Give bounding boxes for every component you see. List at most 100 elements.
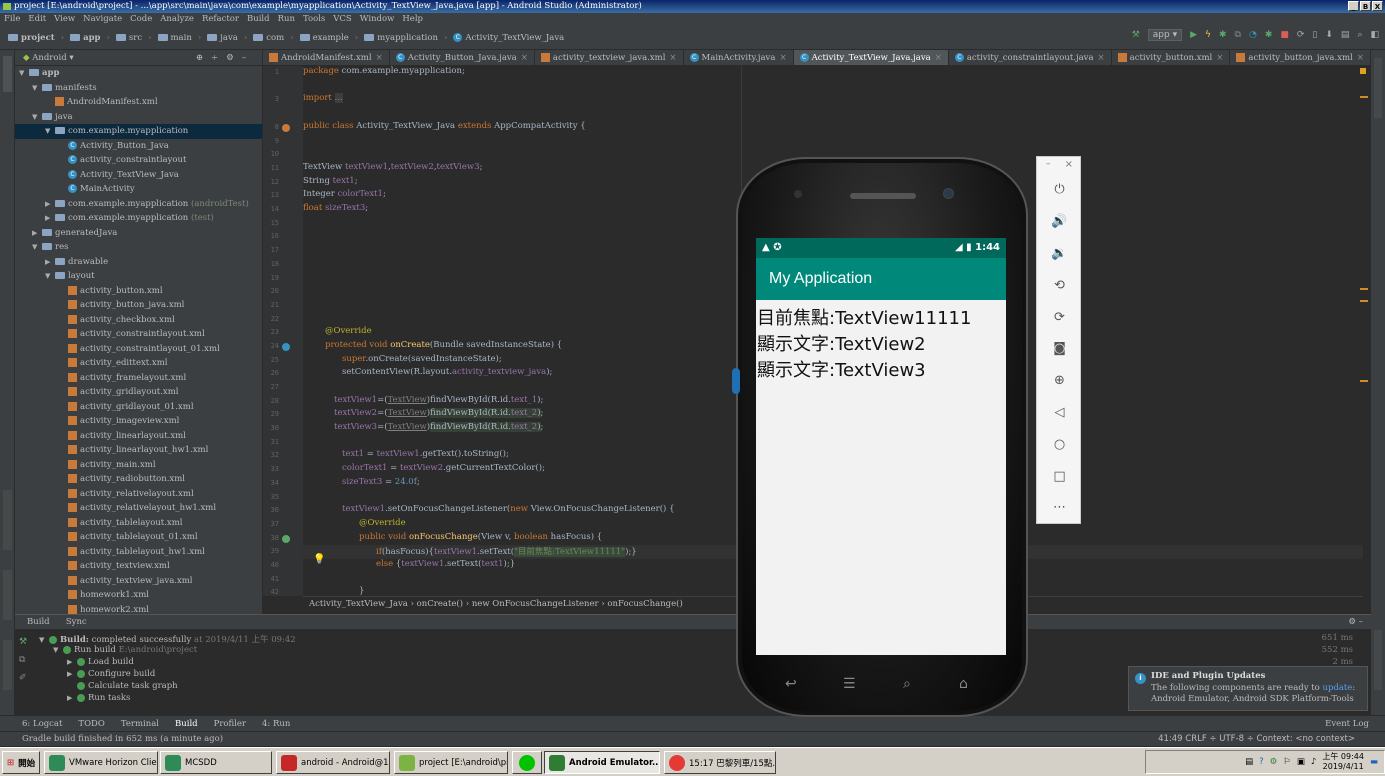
- search-icon[interactable]: ⌕: [1357, 30, 1362, 40]
- layout-link-icon[interactable]: [282, 124, 290, 132]
- menu-help[interactable]: Help: [402, 13, 423, 26]
- volume-down-icon[interactable]: 🔉: [1037, 244, 1082, 264]
- taskbar-item-chrome[interactable]: 15:17 巴黎列車/15點...: [664, 751, 776, 774]
- tree-item[interactable]: ▼ manifests: [15, 81, 262, 96]
- start-button[interactable]: ⊞ 開始: [2, 751, 40, 774]
- build-again-icon[interactable]: ⚒: [19, 633, 33, 651]
- expand-arrow-icon[interactable]: ▼: [19, 66, 29, 81]
- nav-crumb-src[interactable]: src: [115, 33, 142, 43]
- tree-item[interactable]: Cactivity_constraintlayout: [15, 153, 262, 168]
- close-tab-icon[interactable]: ×: [1098, 53, 1105, 63]
- status-info[interactable]: 41:49 CRLF ÷ UTF-8 ÷ Context: <no contex…: [1158, 732, 1355, 747]
- tree-item[interactable]: activity_tablelayout_01.xml: [15, 530, 262, 545]
- taskbar-item-mcsdd[interactable]: MCSDD: [160, 751, 272, 774]
- textview-3[interactable]: 顯示文字:TextView3: [757, 356, 926, 382]
- collapse-arrow-icon[interactable]: ▶: [32, 226, 42, 241]
- warning-marker[interactable]: [1360, 300, 1368, 302]
- nav-crumb-class[interactable]: C Activity_TextView_Java: [453, 32, 564, 43]
- tree-item[interactable]: ▼ app: [15, 66, 262, 81]
- attach-debugger-icon[interactable]: ⧉: [1235, 30, 1241, 40]
- build-row-label[interactable]: Configure build: [88, 669, 155, 679]
- nav-crumb-java[interactable]: java: [207, 33, 238, 43]
- status-message[interactable]: Gradle build finished in 652 ms (a minut…: [22, 734, 223, 744]
- update-link[interactable]: update: [1322, 683, 1352, 693]
- textview-2[interactable]: 顯示文字:TextView2: [757, 330, 926, 356]
- network-icon[interactable]: ▣: [1297, 757, 1305, 767]
- search-key-icon[interactable]: ⌕: [903, 676, 911, 692]
- clock[interactable]: 上午 09:44 2019/4/11: [1322, 752, 1364, 772]
- expand-arrow-icon[interactable]: ▼: [32, 81, 42, 96]
- tree-item[interactable]: ▼ com.example.myapplication: [15, 124, 262, 139]
- tree-item[interactable]: C MainActivity: [15, 182, 262, 197]
- menu-build[interactable]: Build: [247, 13, 270, 26]
- tree-item[interactable]: activity_button.xml: [15, 284, 262, 299]
- taskbar-item-android-studio[interactable]: project [E:\android\pro...: [394, 751, 508, 774]
- security-icon[interactable]: ⚙: [1270, 757, 1278, 767]
- nav-crumb-myapplication[interactable]: myapplication: [364, 33, 438, 43]
- build-row-label[interactable]: Run tasks: [88, 693, 130, 703]
- tree-item[interactable]: activity_imageview.xml: [15, 414, 262, 429]
- stop-build-icon[interactable]: ⧉: [19, 651, 33, 669]
- tool-profiler[interactable]: Profiler: [214, 716, 246, 731]
- menu-refactor[interactable]: Refactor: [202, 13, 239, 26]
- nav-crumb-project[interactable]: project: [8, 33, 55, 43]
- tree-item[interactable]: ▼ java: [15, 110, 262, 125]
- tree-item[interactable]: activity_linearlayout.xml: [15, 429, 262, 444]
- side-volume-key[interactable]: [732, 368, 740, 394]
- tree-item[interactable]: activity_gridlayout.xml: [15, 385, 262, 400]
- collapse-icon[interactable]: ÷: [211, 53, 226, 63]
- warning-marker[interactable]: [1360, 96, 1368, 98]
- back-key-icon[interactable]: ↩: [785, 676, 797, 692]
- run-config-select[interactable]: app ▾: [1147, 29, 1183, 41]
- lightbulb-icon[interactable]: 💡: [313, 554, 325, 565]
- nav-crumb-app[interactable]: app: [70, 33, 101, 43]
- update-notification[interactable]: i IDE and Plugin Updates The following c…: [1128, 666, 1368, 711]
- tree-item[interactable]: activity_gridlayout_01.xml: [15, 400, 262, 415]
- tool-todo[interactable]: TODO: [78, 716, 104, 731]
- pin-icon[interactable]: ✐: [19, 669, 33, 687]
- editor-tab[interactable]: C MainActivity.java ×: [684, 50, 794, 65]
- nav-crumb-com[interactable]: com: [253, 33, 284, 43]
- warning-marker[interactable]: [1360, 288, 1368, 290]
- build-row-label[interactable]: Run build: [74, 645, 116, 655]
- tree-item[interactable]: ▶ generatedJava: [15, 226, 262, 241]
- tool-event-log[interactable]: Event Log: [1325, 716, 1369, 732]
- menu-analyze[interactable]: Analyze: [160, 13, 194, 26]
- run-icon[interactable]: ▶: [1190, 30, 1197, 40]
- build-row-label[interactable]: Build:: [60, 635, 89, 645]
- tree-item[interactable]: activity_relativelayout.xml: [15, 487, 262, 502]
- rotate-right-icon[interactable]: ⟳: [1037, 308, 1082, 328]
- sync-icon[interactable]: ⟳: [1297, 30, 1305, 40]
- hide-icon[interactable]: –: [242, 53, 254, 63]
- collapse-arrow-icon[interactable]: ▶: [45, 255, 55, 270]
- tree-item[interactable]: activity_checkbox.xml: [15, 313, 262, 328]
- favorites-tool-button[interactable]: [3, 640, 12, 690]
- tab-sync[interactable]: Sync: [66, 617, 87, 627]
- tree-item[interactable]: homework1.xml: [15, 588, 262, 603]
- close-tab-icon[interactable]: ×: [779, 53, 786, 63]
- tool-run[interactable]: 4: Run: [262, 716, 290, 731]
- debug-icon[interactable]: ✱: [1219, 30, 1227, 40]
- tree-item[interactable]: ▼ layout: [15, 269, 262, 284]
- build-row-label[interactable]: Load build: [88, 657, 134, 667]
- menu-vcs[interactable]: VCS: [333, 13, 351, 26]
- overview-icon[interactable]: □: [1037, 467, 1082, 487]
- inspection-status-icon[interactable]: [1360, 68, 1366, 74]
- collapse-arrow-icon[interactable]: ▶: [45, 211, 55, 226]
- expand-arrow-icon[interactable]: ▼: [45, 269, 55, 284]
- tree-item[interactable]: ▶ com.example.myapplication (androidTest): [15, 197, 262, 212]
- minimize-button[interactable]: _: [1348, 1, 1359, 11]
- override-icon[interactable]: [282, 343, 290, 351]
- implement-icon[interactable]: [282, 535, 290, 543]
- taskbar-item-emulator[interactable]: Android Emulator...: [544, 751, 660, 774]
- expand-arrow-icon[interactable]: ▼: [32, 240, 42, 255]
- menu-key-icon[interactable]: ☰: [843, 676, 856, 692]
- menu-navigate[interactable]: Navigate: [83, 13, 122, 26]
- project-structure-icon[interactable]: ▤: [1341, 30, 1350, 40]
- gear-icon[interactable]: ⚙ –: [1348, 615, 1363, 629]
- close-button[interactable]: X: [1372, 1, 1383, 11]
- tree-item[interactable]: activity_textview_java.xml: [15, 574, 262, 589]
- emulator-screen[interactable]: ▲ ✪ ◢ ▮ 1:44 My Application 目前焦點:TextVie…: [756, 238, 1006, 655]
- flag-icon[interactable]: ⚐: [1283, 757, 1291, 767]
- gradle-tool-button[interactable]: [1374, 58, 1382, 118]
